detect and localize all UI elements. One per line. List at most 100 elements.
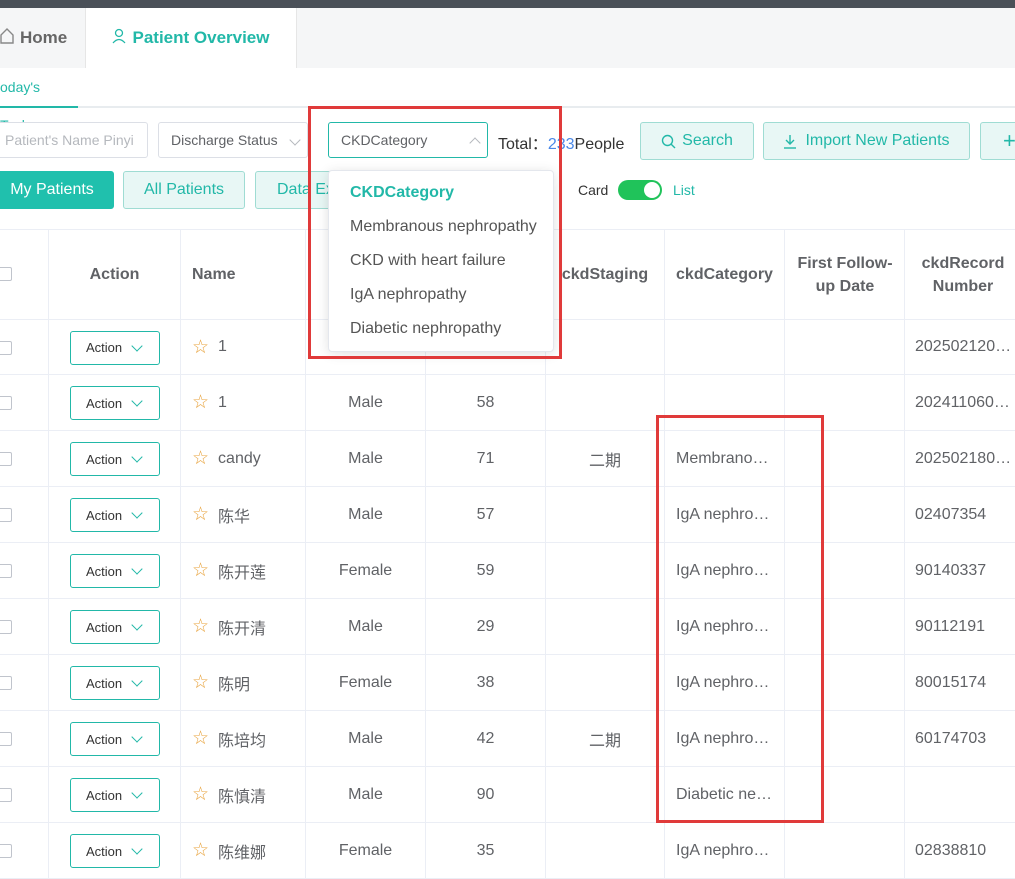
chevron-down-icon [131, 507, 143, 519]
action-button-label: Action [86, 340, 123, 355]
star-icon[interactable]: ☆ [192, 727, 209, 750]
cell-gender: Male [348, 729, 383, 747]
all-patients-button[interactable]: All Patients [123, 171, 245, 209]
row-action-button[interactable]: Action [70, 386, 160, 420]
star-icon[interactable]: ☆ [192, 503, 209, 526]
row-action-button[interactable]: Action [70, 330, 160, 365]
add-button[interactable]: + [980, 122, 1015, 160]
chevron-down-icon [131, 339, 143, 352]
cell-staging [546, 767, 664, 822]
row-checkbox[interactable] [0, 340, 12, 355]
cell-record: 90112191 [915, 617, 985, 635]
row-name-cell: ☆ 陈开莲 [192, 543, 304, 598]
star-icon[interactable]: ☆ [192, 391, 209, 414]
star-icon[interactable]: ☆ [192, 783, 209, 806]
row-action-button[interactable]: Action [70, 442, 160, 476]
row-name-cell: ☆ 陈华 [192, 487, 304, 542]
row-checkbox[interactable] [0, 452, 12, 466]
view-toggle[interactable] [618, 180, 662, 200]
table-row: Action ☆ 陈华 Male 57 IgA nephro… 02407354 [0, 487, 1015, 543]
column-divider [48, 375, 49, 430]
row-checkbox[interactable] [0, 620, 12, 634]
column-divider [48, 711, 49, 766]
column-divider [48, 599, 49, 654]
row-action-button[interactable]: Action [70, 722, 160, 756]
cell-staging [546, 487, 664, 542]
patient-name: 陈培均 [218, 732, 267, 750]
table-row: Action ☆ 陈明 Female 38 IgA nephro… 80015174 [0, 655, 1015, 711]
row-name-cell: ☆ 陈培均 [192, 711, 304, 766]
patient-name-search-input[interactable]: Patient's Name Pinyi [0, 122, 148, 158]
action-button-label: Action [86, 675, 123, 691]
subtab-todays-tasks[interactable]: oday's Tasks [0, 68, 78, 133]
column-divider [180, 320, 181, 374]
header-ckd-category: ckdCategory [676, 266, 773, 283]
cell-record [905, 767, 1015, 822]
cell-gender: Male [348, 505, 383, 523]
my-patients-button[interactable]: My Patients [0, 171, 114, 209]
star-icon[interactable]: ☆ [192, 336, 209, 359]
row-checkbox[interactable] [0, 732, 12, 746]
window-top-bar [0, 0, 1015, 8]
cell-staging: 二期 [588, 452, 621, 470]
row-checkbox[interactable] [0, 396, 12, 410]
row-action-button[interactable]: Action [70, 498, 160, 532]
header-ckd-record-number: ckdRecord Number [921, 254, 1005, 295]
chevron-down-icon [131, 843, 143, 855]
tab-bar: Home Patient Overview [0, 8, 1015, 68]
chevron-down-icon [131, 619, 143, 631]
column-divider [180, 487, 181, 542]
search-button[interactable]: Search [640, 122, 754, 160]
column-divider [48, 767, 49, 822]
row-name-cell: ☆ 1 [192, 320, 304, 374]
row-action-button[interactable]: Action [70, 554, 160, 588]
cell-age: 42 [476, 729, 495, 747]
row-name-cell: ☆ 1 [192, 375, 304, 430]
star-icon[interactable]: ☆ [192, 615, 209, 638]
discharge-status-label: Discharge Status [171, 132, 278, 148]
import-new-patients-button[interactable]: Import New Patients [763, 122, 970, 160]
row-action-button[interactable]: Action [70, 834, 160, 868]
cell-gender: Female [338, 561, 393, 579]
row-checkbox[interactable] [0, 564, 12, 578]
tab-home[interactable]: Home [0, 8, 85, 68]
column-divider [180, 543, 181, 598]
home-icon [0, 27, 14, 49]
row-checkbox[interactable] [0, 676, 12, 690]
row-action-button[interactable]: Action [70, 778, 160, 812]
row-checkbox[interactable] [0, 844, 12, 858]
star-icon[interactable]: ☆ [192, 559, 209, 582]
row-name-cell: ☆ candy [192, 431, 304, 486]
cell-gender: Female [338, 673, 393, 691]
tab-patient-overview[interactable]: Patient Overview [85, 8, 297, 68]
total-unit: People [574, 136, 625, 153]
row-checkbox[interactable] [0, 508, 12, 522]
tab-home-label: Home [20, 28, 68, 47]
row-action-button[interactable]: Action [70, 610, 160, 644]
toggle-knob [644, 182, 660, 198]
cell-staging [546, 543, 664, 598]
row-checkbox[interactable] [0, 788, 12, 802]
highlight-box-category-column [656, 415, 824, 823]
sub-tab-bar: oday's Tasks [0, 68, 1015, 133]
row-name-cell: ☆ 陈慎清 [192, 767, 304, 822]
cell-gender: Male [348, 449, 383, 467]
row-action-button[interactable]: Action [70, 666, 160, 700]
star-icon[interactable]: ☆ [192, 839, 209, 862]
star-icon[interactable]: ☆ [192, 447, 209, 470]
column-divider [180, 823, 181, 878]
column-divider [48, 320, 49, 374]
patient-name: 陈维娜 [218, 844, 267, 862]
star-icon[interactable]: ☆ [192, 671, 209, 694]
chevron-down-icon [131, 563, 143, 575]
cell-followup [785, 823, 904, 878]
select-all-checkbox[interactable] [0, 267, 12, 281]
chevron-down-icon [131, 395, 143, 407]
discharge-status-select[interactable]: Discharge Status [158, 122, 308, 158]
cell-age: 59 [476, 561, 495, 579]
tab-patient-overview-label: Patient Overview [132, 28, 270, 47]
header-action: Action [89, 266, 140, 283]
header-name: Name [192, 266, 236, 283]
action-button-label: Action [86, 843, 123, 859]
cell-age: 57 [476, 505, 495, 523]
